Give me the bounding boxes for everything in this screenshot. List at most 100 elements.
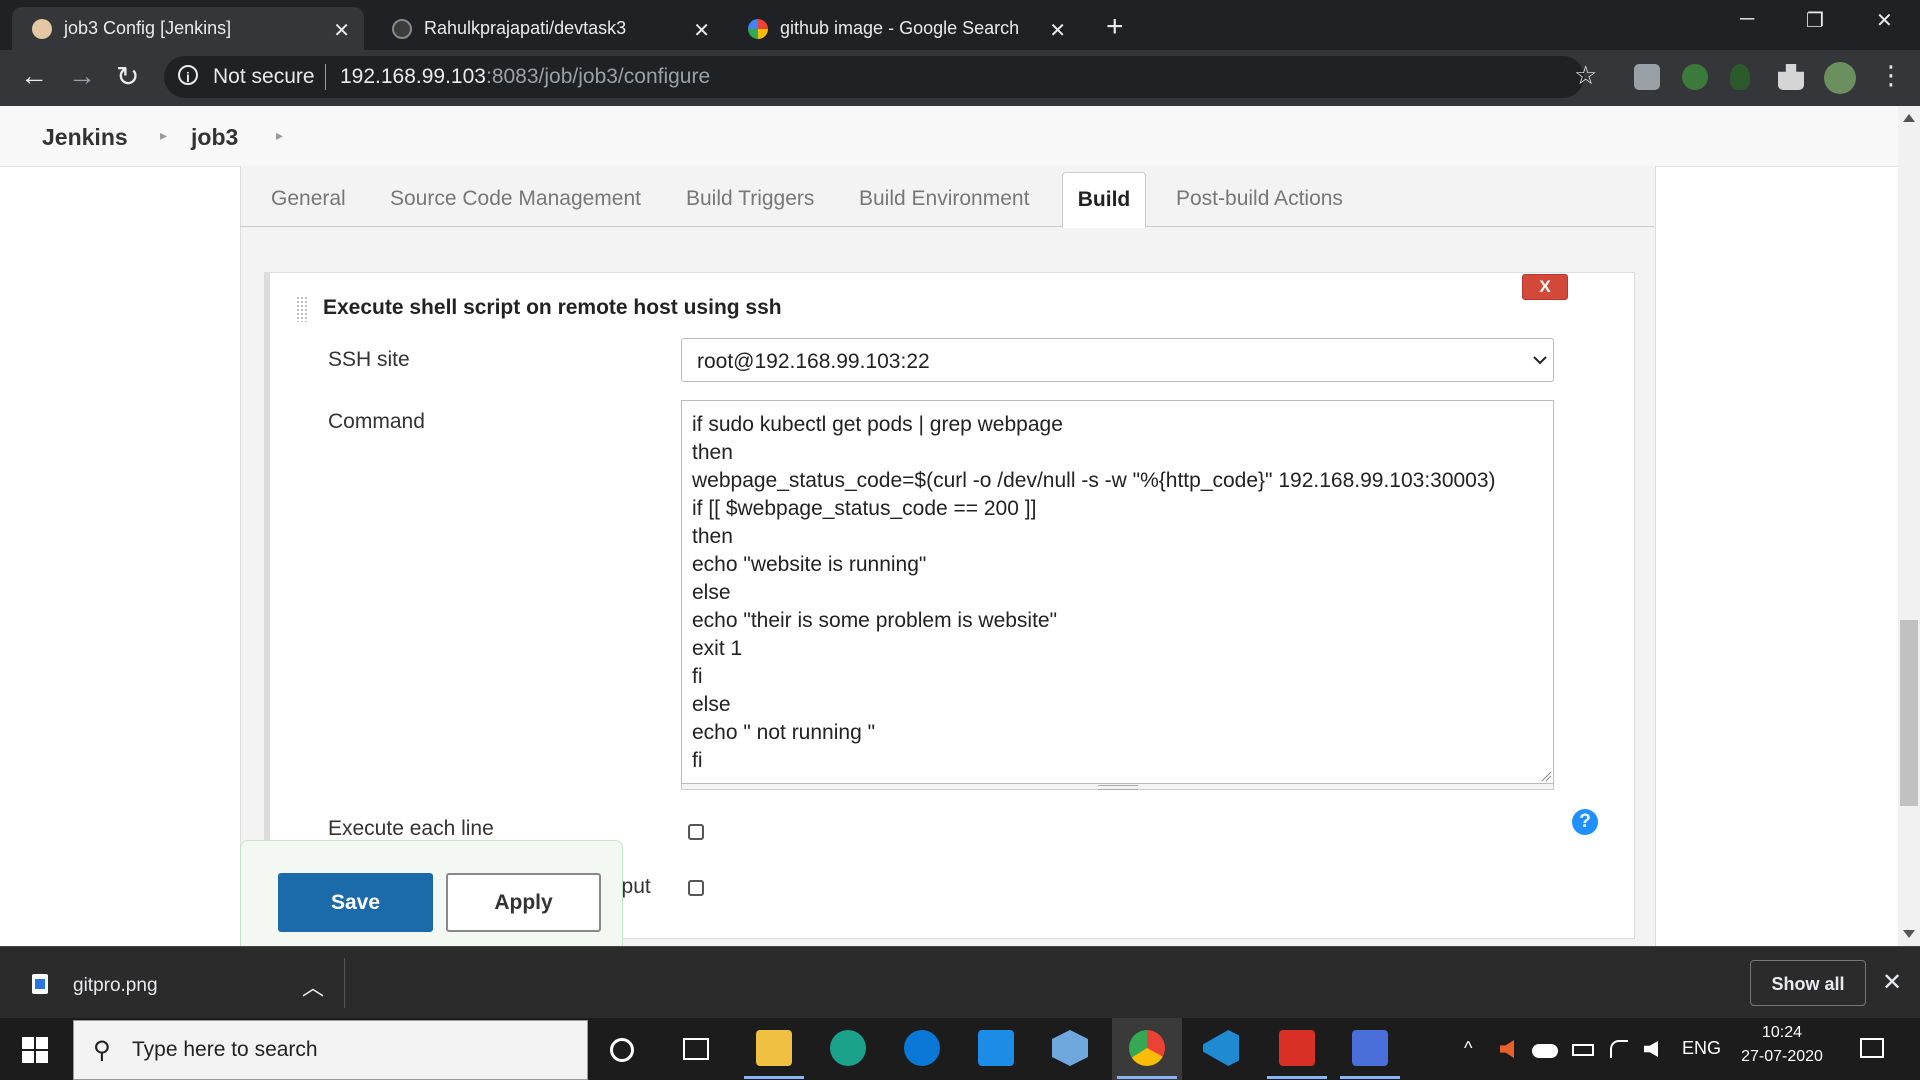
tab-build[interactable]: Build [1062,172,1146,228]
url-divider [325,64,326,90]
config-tab-row: General Source Code Management Build Tri… [240,172,1654,228]
command-line: echo "their is some problem is website" [692,609,1058,632]
task-view-icon[interactable] [683,1038,709,1060]
close-window-button[interactable]: ✕ [1876,8,1893,33]
app-running-indicator [1117,1076,1177,1079]
browser-menu-icon[interactable]: ⋮ [1878,60,1904,91]
page-scrollbar[interactable] [1898,106,1920,946]
tab-close-icon[interactable]: ✕ [693,18,710,43]
tab-google-search[interactable]: github image - Google Search ✕ [728,7,1080,50]
image-file-icon[interactable] [32,974,48,994]
scroll-up-icon[interactable] [1903,114,1915,122]
tab-general[interactable]: General [271,172,346,226]
save-button[interactable]: Save [278,873,433,932]
tab-source-code-management[interactable]: Source Code Management [390,172,641,226]
back-button[interactable]: ← [20,60,48,92]
command-line: if sudo kubectl get pods | grep webpage [692,413,1063,436]
not-secure-label[interactable]: Not secure [213,65,315,89]
windows-start-icon[interactable] [22,1037,48,1063]
chrome-icon[interactable] [1129,1030,1165,1066]
command-line: then [692,525,733,548]
tab-title: job3 Config [Jenkins] [64,18,232,38]
download-filename[interactable]: gitpro.png [73,975,158,997]
app-running-indicator [744,1076,804,1079]
ssh-site-label: SSH site [328,348,410,371]
chevron-down-icon [1533,356,1547,365]
url-host: 192.168.99.103 [340,65,486,88]
execute-each-line-checkbox[interactable] [688,824,704,840]
extension-r-icon[interactable] [1634,64,1660,90]
search-icon: ⚲ [93,1037,111,1064]
command-line: fi [692,749,703,772]
command-line: echo "website is running" [692,553,927,576]
reload-button[interactable]: ↻ [116,60,139,93]
remote-desktop-icon[interactable] [1352,1030,1388,1066]
onedrive-icon[interactable] [1532,1044,1558,1058]
edge-icon[interactable] [904,1030,940,1066]
redhat-icon[interactable] [1279,1030,1315,1066]
mail-icon[interactable] [978,1030,1014,1066]
ssh-site-value: root@192.168.99.103:22 [697,350,930,373]
tab-close-icon[interactable]: ✕ [333,18,350,43]
url-path: :8083/job/job3/configure [485,65,711,88]
notification-center-icon[interactable] [1860,1038,1884,1058]
scrollbar-thumb[interactable] [1900,620,1918,806]
clock-time: 10:24 [1761,1024,1803,1041]
delete-step-button[interactable]: X [1522,274,1568,300]
build-step-title: Execute shell script on remote host usin… [323,296,782,319]
breadcrumb [0,106,1898,167]
forward-button[interactable]: → [68,60,96,92]
command-line: exit 1 [692,637,743,660]
tab-post-build-actions[interactable]: Post-build Actions [1176,172,1343,226]
help-icon[interactable]: ? [1572,809,1598,835]
hide-output-checkbox[interactable] [688,880,704,896]
command-label: Command [328,410,425,433]
chevron-up-icon[interactable]: ︿ [302,970,324,1002]
close-download-bar-icon[interactable]: ✕ [1882,968,1902,997]
new-tab-button[interactable]: + [1106,10,1124,44]
file-explorer-icon[interactable] [756,1030,792,1066]
tab-build-environment[interactable]: Build Environment [859,172,1029,226]
show-all-button[interactable]: Show all [1750,960,1866,1006]
tab-jenkins-config[interactable]: job3 Config [Jenkins] ✕ [12,7,364,50]
extension-plant-icon[interactable] [1682,64,1708,90]
app-running-indicator [1340,1076,1400,1079]
grip-lines-icon [1098,785,1138,790]
tab-close-icon[interactable]: ✕ [1049,18,1066,43]
breadcrumb-job3[interactable]: job3 [191,124,238,151]
cortana-icon[interactable] [610,1038,634,1062]
bookmark-star-icon[interactable]: ☆ [1574,60,1597,91]
tab-build-triggers[interactable]: Build Triggers [686,172,814,226]
language-indicator[interactable]: ENG [1682,1038,1721,1059]
command-line: webpage_status_code=$(curl -o /dev/null … [692,469,1496,492]
tray-chevron-icon[interactable]: ^ [1464,1038,1472,1059]
command-line: if [[ $webpage_status_code == 200 ]] [692,497,1037,520]
profile-avatar[interactable] [1824,62,1856,94]
info-icon[interactable]: i [178,65,198,85]
google-favicon-icon [748,18,768,39]
command-line: else [692,693,731,716]
url-text[interactable]: 192.168.99.103:8083/job/job3/configure [340,65,710,89]
breadcrumb-separator-icon[interactable]: ▸ [160,127,167,144]
app-running-indicator [1267,1076,1327,1079]
tab-title: github image - Google Search [780,18,1020,38]
command-line: fi [692,665,703,688]
maximize-button[interactable]: ❐ [1806,8,1824,33]
wifi-icon[interactable] [1610,1040,1628,1058]
battery-icon[interactable] [1572,1044,1594,1056]
breadcrumb-separator-icon[interactable]: ▸ [276,127,283,144]
command-line: echo " not running " [692,721,876,744]
scroll-down-icon[interactable] [1903,930,1915,938]
apply-button[interactable]: Apply [446,873,601,932]
arduino-icon[interactable] [830,1030,866,1066]
execute-each-line-label: Execute each line [328,817,494,840]
jenkins-favicon-icon [32,18,52,39]
extension-leaf-icon[interactable] [1730,64,1750,90]
taskbar-clock[interactable]: 10:24 27-07-2020 [1740,1024,1824,1066]
resize-handle-icon[interactable] [1540,770,1552,782]
tab-github-repo[interactable]: Rahulkprajapati/devtask3 ✕ [372,7,724,50]
drag-handle-icon[interactable] [296,296,308,322]
minimize-button[interactable]: ─ [1740,8,1754,31]
breadcrumb-jenkins[interactable]: Jenkins [42,124,128,151]
taskbar-search-placeholder: Type here to search [132,1038,318,1061]
